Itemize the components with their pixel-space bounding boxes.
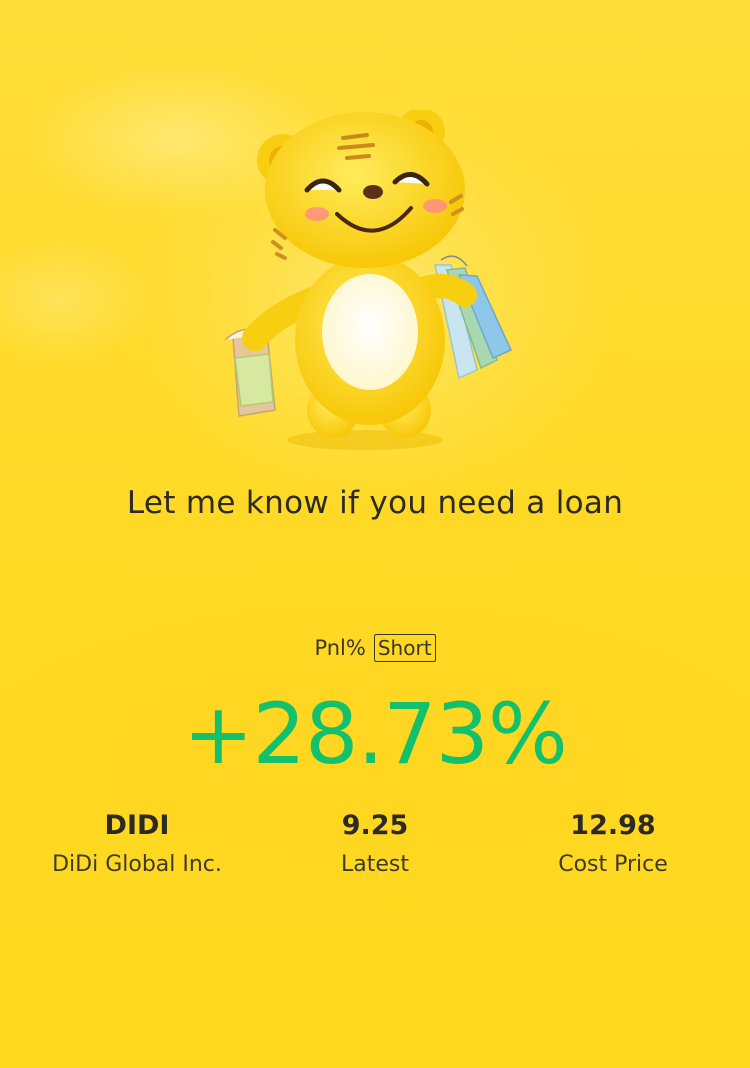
position-type-badge: Short: [373, 634, 436, 662]
latest-price-block: 9.25 Latest: [255, 808, 495, 883]
stock-stats: DIDI DiDi Global Inc. 9.25 Latest 12.98 …: [0, 808, 750, 888]
cost-price-label: Cost Price: [558, 852, 668, 877]
loan-tagline: Let me know if you need a loan: [126, 485, 624, 521]
stock-symbol-block: DIDI DiDi Global Inc.: [17, 808, 257, 883]
latest-price-label: Latest: [341, 852, 409, 877]
pnl-label: Pnl%: [314, 636, 366, 660]
cost-price-value: 12.98: [570, 810, 656, 841]
loan-promo-screen: Let me know if you need a loan Pnl% Shor…: [0, 0, 750, 1068]
stock-name: DiDi Global Inc.: [52, 852, 222, 877]
cost-price-block: 12.98 Cost Price: [493, 808, 733, 883]
pnl-label-row: Pnl% Short: [0, 634, 750, 662]
latest-price-value: 9.25: [341, 810, 409, 841]
tiger-mascot-icon: [224, 110, 512, 450]
pnl-percent-value: +28.73%: [183, 685, 568, 783]
stock-symbol: DIDI: [104, 810, 170, 841]
